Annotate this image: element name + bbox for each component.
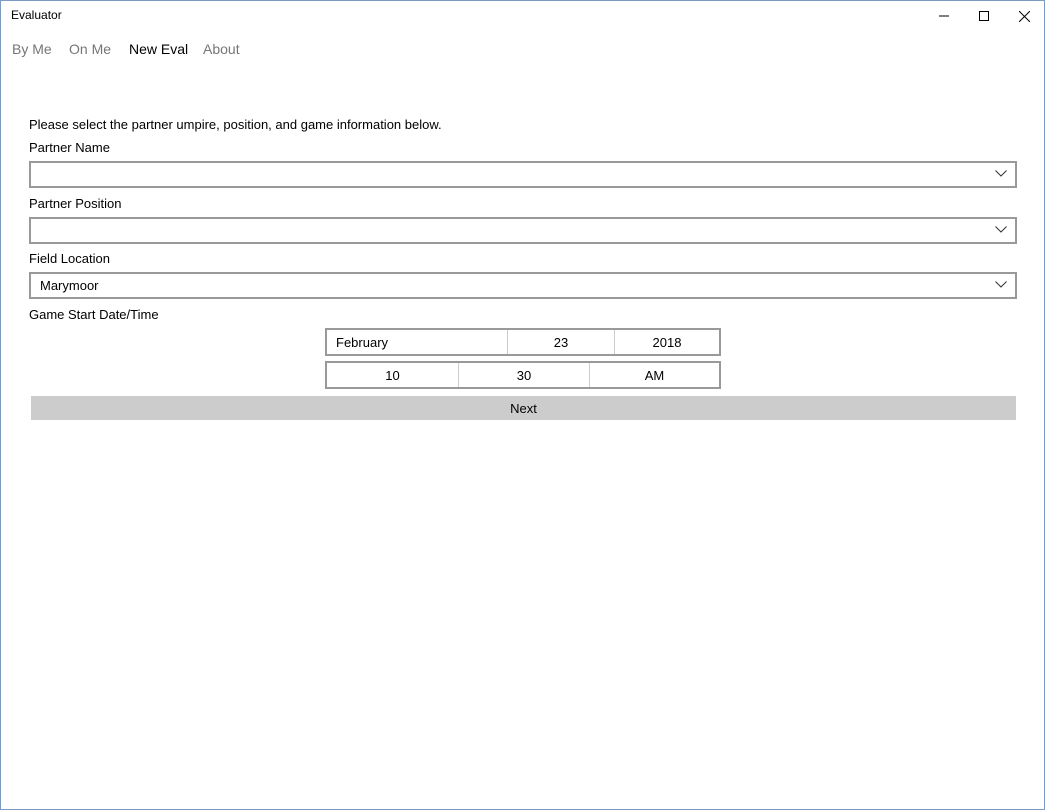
nav-tab-on-me[interactable]: On Me [69,41,111,57]
form-instructions: Please select the partner umpire, positi… [29,117,442,132]
time-period[interactable]: AM [590,363,719,387]
game-start-label: Game Start Date/Time [29,307,159,322]
partner-name-dropdown[interactable] [29,161,1017,188]
partner-position-dropdown[interactable] [29,217,1017,244]
partner-position-label: Partner Position [29,196,122,211]
chevron-down-icon [995,226,1007,233]
nav-tab-new-eval[interactable]: New Eval [129,41,188,57]
date-year[interactable]: 2018 [615,330,719,354]
close-icon [1018,10,1030,22]
chevron-down-icon [995,281,1007,288]
field-location-value: Marymoor [40,278,99,293]
nav-tab-by-me[interactable]: By Me [12,41,52,57]
chevron-down-icon [995,170,1007,177]
date-day[interactable]: 23 [508,330,615,354]
date-month[interactable]: February [327,330,508,354]
time-hour[interactable]: 10 [327,363,459,387]
field-location-dropdown[interactable]: Marymoor [29,272,1017,299]
app-window: Evaluator By Me On Me New Eval About Ple… [0,0,1045,810]
partner-name-label: Partner Name [29,140,110,155]
next-button[interactable]: Next [31,396,1016,420]
title-bar: Evaluator [1,1,1044,31]
window-title: Evaluator [11,8,62,22]
nav-tab-about[interactable]: About [203,41,240,57]
field-location-label: Field Location [29,251,110,266]
minimize-icon [939,15,949,17]
close-button[interactable] [1001,1,1045,31]
date-picker[interactable]: February 23 2018 [325,328,721,356]
time-picker[interactable]: 10 30 AM [325,361,721,389]
maximize-icon [979,11,989,21]
time-minute[interactable]: 30 [459,363,590,387]
